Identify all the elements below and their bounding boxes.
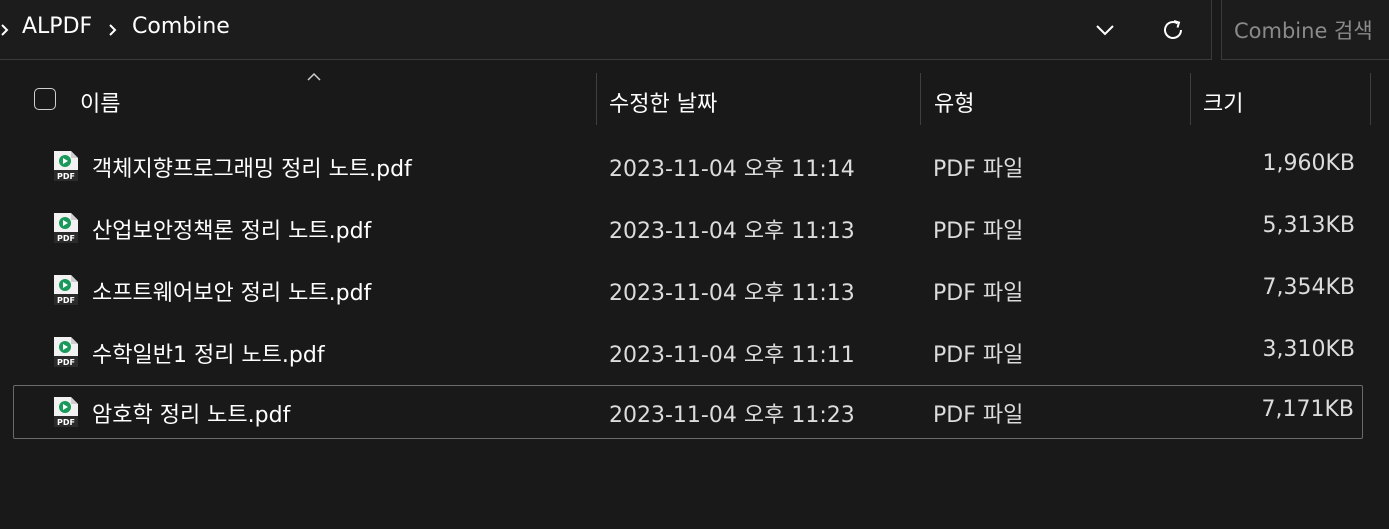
breadcrumb-item-combine[interactable]: Combine	[132, 14, 230, 39]
pdf-icon-label: PDF	[57, 172, 75, 181]
file-date: 2023-11-04 오후 11:23	[609, 403, 855, 428]
pdf-icon-label: PDF	[57, 234, 75, 243]
sort-ascending-icon	[306, 67, 322, 86]
column-header: 이름 수정한 날짜 유형 크기	[0, 72, 1389, 125]
file-size: 5,313KB	[1262, 213, 1355, 238]
file-date: 2023-11-04 오후 11:13	[609, 281, 855, 306]
chevron-down-icon	[1096, 25, 1114, 36]
file-name[interactable]: 암호학 정리 노트.pdf	[92, 397, 290, 429]
search-input[interactable]: Combine 검색	[1234, 15, 1373, 45]
file-date: 2023-11-04 오후 11:14	[609, 157, 855, 182]
column-name[interactable]: 이름	[80, 86, 120, 118]
search-box[interactable]: Combine 검색	[1221, 0, 1389, 60]
pdf-file-icon: PDF	[54, 397, 78, 427]
column-divider[interactable]	[1370, 73, 1371, 125]
pdf-file-icon: PDF	[54, 275, 78, 305]
file-name[interactable]: 객체지향프로그래밍 정리 노트.pdf	[92, 151, 412, 183]
column-date[interactable]: 수정한 날짜	[609, 86, 717, 118]
file-size: 3,310KB	[1262, 337, 1355, 362]
file-name[interactable]: 수학일반1 정리 노트.pdf	[92, 337, 325, 369]
pdf-icon-label: PDF	[57, 418, 75, 427]
chevron-right-icon[interactable]	[108, 0, 118, 60]
file-name[interactable]: 산업보안정책론 정리 노트.pdf	[92, 213, 371, 245]
file-type: PDF 파일	[933, 219, 1024, 244]
pdf-icon-label: PDF	[57, 358, 75, 367]
file-type: PDF 파일	[933, 157, 1024, 182]
file-row[interactable]: PDF 산업보안정책론 정리 노트.pdf 2023-11-04 오후 11:1…	[13, 201, 1363, 255]
pdf-file-icon: PDF	[54, 213, 78, 243]
file-size: 7,354KB	[1262, 275, 1355, 300]
pdf-icon-label: PDF	[57, 296, 75, 305]
address-bar[interactable]: ALPDF Combine	[0, 0, 1212, 60]
history-dropdown-button[interactable]	[1082, 8, 1128, 52]
file-row-selected[interactable]: PDF 암호학 정리 노트.pdf 2023-11-04 오후 11:23 PD…	[13, 385, 1363, 439]
column-divider[interactable]	[920, 73, 921, 125]
file-date: 2023-11-04 오후 11:13	[609, 219, 855, 244]
file-type: PDF 파일	[933, 281, 1024, 306]
column-size[interactable]: 크기	[1203, 86, 1243, 118]
column-type[interactable]: 유형	[934, 86, 974, 118]
file-row[interactable]: PDF 수학일반1 정리 노트.pdf 2023-11-04 오후 11:11 …	[13, 325, 1363, 379]
select-all-checkbox[interactable]	[34, 88, 56, 110]
file-size: 7,171KB	[1261, 397, 1354, 422]
refresh-icon	[1164, 20, 1182, 39]
column-divider[interactable]	[1190, 73, 1191, 125]
pdf-file-icon: PDF	[54, 337, 78, 367]
file-type: PDF 파일	[933, 403, 1024, 428]
file-size: 1,960KB	[1262, 151, 1355, 176]
file-name[interactable]: 소프트웨어보안 정리 노트.pdf	[92, 275, 371, 307]
file-date: 2023-11-04 오후 11:11	[609, 343, 855, 368]
file-row[interactable]: PDF 소프트웨어보안 정리 노트.pdf 2023-11-04 오후 11:1…	[13, 263, 1363, 317]
column-divider[interactable]	[596, 73, 597, 125]
refresh-button[interactable]	[1150, 8, 1196, 52]
breadcrumb-item-alpdf[interactable]: ALPDF	[22, 14, 92, 39]
file-type: PDF 파일	[933, 343, 1024, 368]
file-row[interactable]: PDF 객체지향프로그래밍 정리 노트.pdf 2023-11-04 오후 11…	[13, 139, 1363, 193]
chevron-right-icon[interactable]	[0, 0, 10, 60]
pdf-file-icon: PDF	[54, 151, 78, 181]
